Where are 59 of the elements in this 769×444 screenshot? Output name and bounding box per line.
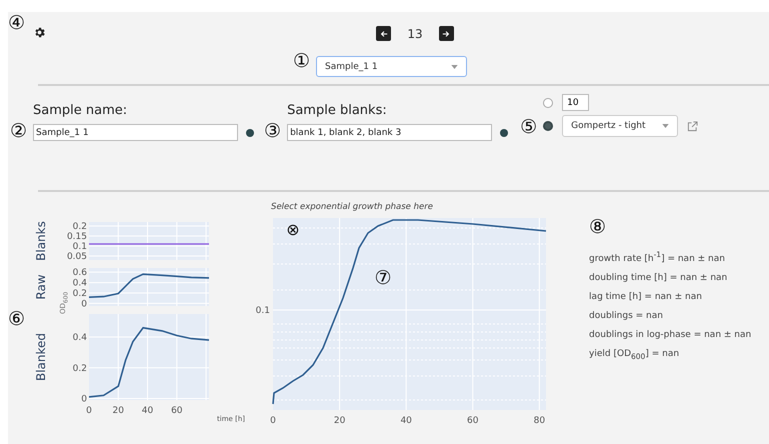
- field-label: Sample blanks:: [287, 103, 388, 118]
- sample-name-field[interactable]: Sample_1 1: [33, 124, 238, 141]
- model-dropdown[interactable]: Gompertz - tight: [562, 115, 678, 137]
- tick-label: 0: [86, 406, 92, 416]
- sample-dropdown[interactable]: Sample_1 1: [316, 56, 468, 77]
- radio-button[interactable]: [543, 121, 554, 131]
- axis-title: Blanked: [34, 332, 48, 382]
- callout-number: ⑥: [8, 310, 26, 332]
- callout-number: ⑦: [374, 267, 392, 289]
- tick-label: 40: [142, 406, 154, 416]
- sample-blanks-field[interactable]: blank 1, blank 2, blank 3: [287, 124, 492, 141]
- tick-label: 40: [400, 416, 412, 426]
- plot-title: Select exponential growth phase here: [271, 202, 434, 212]
- tick-label: 0.05: [67, 252, 88, 262]
- tick-label: 0.1: [72, 242, 88, 252]
- caret-icon: [451, 64, 458, 68]
- callout-number: ⑧: [589, 218, 608, 237]
- axis-title: Blanks: [34, 221, 48, 261]
- result-text: doublings = nan: [589, 311, 664, 321]
- right-arrow-icon: [442, 30, 450, 38]
- tick-label: 0.2: [72, 288, 88, 299]
- tick-label: 20: [112, 406, 124, 416]
- tick-label: 0: [81, 299, 88, 310]
- tick-label: 60: [467, 416, 479, 426]
- tick-label: 0.2: [72, 222, 88, 232]
- result-text: doublings in log-phase = nan ± nan: [589, 330, 752, 340]
- tick-label: 80: [534, 416, 546, 426]
- caret-icon: [662, 124, 670, 128]
- next-button[interactable]: [438, 26, 454, 41]
- previous-button[interactable]: [376, 26, 392, 41]
- reset-mark[interactable]: ⊗: [286, 220, 300, 239]
- left-arrow-icon: [380, 30, 388, 38]
- settings-icon[interactable]: [33, 26, 46, 39]
- result-text: lag time [h] = nan ± nan: [589, 292, 703, 302]
- tick-label: 0: [270, 416, 276, 426]
- callout-number: ⑤: [520, 118, 538, 137]
- tick-label: 0.2: [72, 364, 88, 374]
- result-text: doubling time [h] = nan ± nan: [589, 273, 728, 283]
- tick-label: 0.4: [72, 333, 88, 344]
- field-label: Sample name:: [33, 103, 128, 118]
- radio-button[interactable]: [543, 98, 554, 108]
- tick-label: 20: [334, 416, 346, 426]
- tick-label: 60: [171, 406, 183, 416]
- tick-label: 0.6: [72, 268, 88, 278]
- tick-label: 0.15: [67, 232, 88, 242]
- tick-label: 0.4: [72, 278, 88, 289]
- axis-title: Raw: [34, 274, 48, 300]
- tick-label: 0.1: [256, 306, 270, 316]
- callout-number: ①: [293, 52, 310, 71]
- callout-number: ②: [10, 122, 28, 141]
- plot-area[interactable]: [89, 314, 210, 400]
- callout-number: ④: [8, 14, 26, 33]
- external-link-icon[interactable]: [687, 120, 698, 132]
- callout-number: ③: [264, 122, 282, 141]
- number-field[interactable]: 10: [562, 94, 590, 111]
- tick-label: 0: [81, 394, 88, 404]
- sample-number: 13: [407, 26, 423, 40]
- result-text: yield [OD$_{600}$] = nan: [589, 349, 680, 361]
- result-text: growth rate [h$^{-1}$] = nan ± nan: [589, 250, 726, 264]
